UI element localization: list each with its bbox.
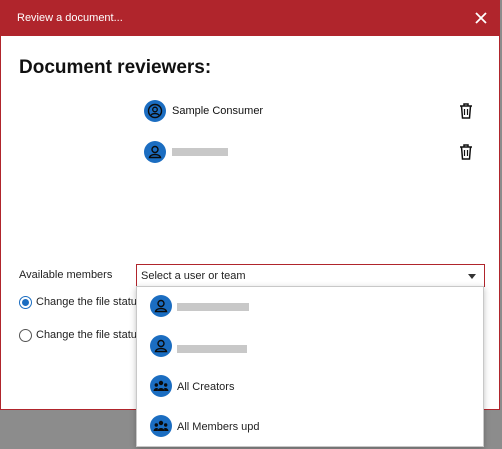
user-icon bbox=[144, 141, 166, 163]
user-circle-icon bbox=[144, 100, 166, 122]
radio-button[interactable] bbox=[19, 329, 32, 342]
reviewer-name: Sample Consumer bbox=[172, 105, 264, 117]
dialog-title: Review a document... bbox=[17, 12, 123, 24]
reviewer-row bbox=[144, 141, 484, 165]
dropdown-option-label: All Members upd bbox=[177, 421, 260, 433]
radio-label: Change the file status bbox=[36, 296, 143, 308]
close-icon[interactable] bbox=[473, 10, 489, 26]
trash-icon[interactable] bbox=[458, 143, 474, 161]
chevron-down-icon bbox=[468, 274, 476, 279]
members-label: Available members bbox=[19, 269, 113, 281]
dropdown-option[interactable] bbox=[137, 287, 483, 327]
radio-button[interactable] bbox=[19, 296, 32, 309]
page-title: Document reviewers: bbox=[19, 57, 212, 78]
team-icon bbox=[150, 415, 172, 437]
reviewer-row: Sample Consumer bbox=[144, 100, 484, 124]
dropdown-option[interactable]: All Creators bbox=[137, 367, 483, 407]
dropdown-option[interactable] bbox=[137, 327, 483, 367]
redacted-name bbox=[172, 148, 228, 156]
redacted-name bbox=[177, 303, 249, 311]
dialog-titlebar: Review a document... bbox=[1, 1, 499, 36]
user-icon bbox=[150, 335, 172, 357]
trash-icon[interactable] bbox=[458, 102, 474, 120]
members-select-value: Select a user or team bbox=[141, 270, 246, 282]
team-icon bbox=[150, 375, 172, 397]
user-icon bbox=[150, 295, 172, 317]
redacted-name bbox=[177, 345, 247, 353]
radio-label: Change the file status bbox=[36, 329, 143, 341]
dropdown-option-label: All Creators bbox=[177, 381, 235, 393]
members-dropdown-list: All Creators All Members upd bbox=[136, 286, 484, 447]
members-select[interactable]: Select a user or team bbox=[136, 264, 485, 287]
dropdown-option[interactable]: All Members upd bbox=[137, 407, 483, 447]
